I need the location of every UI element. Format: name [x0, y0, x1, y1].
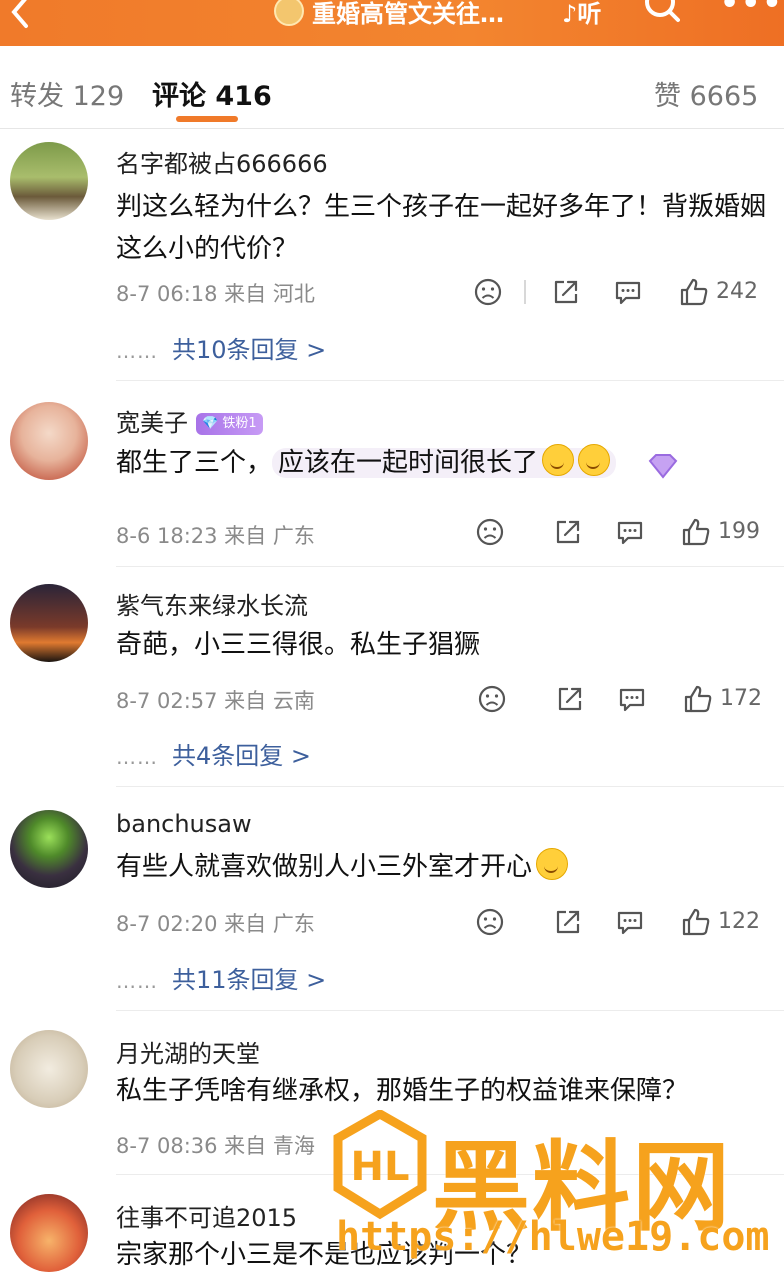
share-icon[interactable]	[550, 276, 582, 308]
dislike-icon[interactable]	[474, 906, 506, 938]
replies-label: 共11条回复 >	[172, 966, 327, 994]
tab-reposts[interactable]: 转发 129	[10, 74, 124, 113]
action-separator	[524, 280, 526, 304]
comment-icon[interactable]	[612, 276, 644, 308]
comment-username[interactable]: 紫气东来绿水长流	[116, 586, 308, 621]
share-icon[interactable]	[552, 516, 584, 548]
sound-icon: ♪	[562, 0, 578, 28]
like-count: 122	[718, 909, 760, 934]
comment-username[interactable]: 宽美子 💎 铁粉1	[116, 403, 263, 438]
replies-label: 共4条回复 >	[172, 742, 312, 770]
like-count: 242	[716, 279, 758, 304]
share-icon[interactable]	[554, 683, 586, 715]
comment-meta: 8-7 08:36 来自 青海	[116, 1134, 315, 1158]
comment-meta: 8-7 02:57 来自 云南	[116, 689, 315, 713]
comment-icon[interactable]	[614, 906, 646, 938]
like-count: 199	[718, 519, 760, 544]
comment-text: 奇葩，小三三得很。私生子猖獗	[116, 630, 481, 660]
search-icon[interactable]	[644, 0, 680, 24]
comment-icon[interactable]	[614, 516, 646, 548]
avatar[interactable]	[10, 142, 88, 220]
listen-label: 听	[577, 0, 602, 28]
like-icon[interactable]	[680, 516, 712, 548]
like-icon[interactable]	[680, 906, 712, 938]
replies-label: 共10条回复 >	[172, 336, 327, 364]
avatar[interactable]	[10, 810, 88, 888]
svg-text:HL: HL	[351, 1144, 410, 1190]
watermark-url: https://hlwe19.com	[336, 1214, 770, 1260]
like-icon[interactable]	[682, 683, 714, 715]
dislike-icon[interactable]	[476, 683, 508, 715]
avatar[interactable]	[10, 584, 88, 662]
tab-comments[interactable]: 评论 416	[152, 74, 272, 113]
fan-badge: 💎 铁粉1	[196, 413, 263, 435]
like-icon[interactable]	[678, 276, 710, 308]
avatar[interactable]	[10, 1030, 88, 1108]
comment-divider	[116, 786, 784, 787]
comment-username[interactable]: 月光湖的天堂	[116, 1034, 260, 1069]
comment-divider	[116, 566, 784, 567]
comment-text: 判这么轻为什么？生三个孩子在一起好多年了！背叛婚姻这么小的代价？	[116, 192, 767, 264]
highlighted-text: 应该在一起时间很长了	[272, 444, 617, 478]
comment-text-part: 都生了三个，	[116, 448, 273, 478]
tabs-divider	[0, 128, 784, 129]
dots: ……	[116, 969, 158, 993]
view-replies-link[interactable]: …… 共4条回复 >	[116, 736, 311, 771]
comment-username[interactable]: 名字都被占666666	[116, 144, 328, 179]
comment-text: 都生了三个， 应该在一起时间很长了	[116, 442, 766, 484]
dots: ……	[116, 745, 158, 769]
like-count: 172	[720, 686, 762, 711]
dots: ……	[116, 339, 158, 363]
view-replies-link[interactable]: …… 共10条回复 >	[116, 330, 326, 365]
poster-avatar[interactable]	[274, 0, 304, 26]
comment-meta: 8-6 18:23 来自 广东	[116, 524, 315, 548]
username-text: 宽美子	[116, 409, 188, 437]
comment-icon[interactable]	[616, 683, 648, 715]
comment-meta: 8-7 02:20 来自 广东	[116, 912, 315, 936]
comment-divider	[116, 380, 784, 381]
comment-username[interactable]: 往事不可追2015	[116, 1198, 297, 1233]
active-tab-indicator	[176, 116, 238, 122]
top-bar: 重婚高管文关往… ♪听 •••	[0, 0, 784, 46]
laughing-emoji-icon	[536, 848, 569, 880]
tab-likes[interactable]: 赞 6665	[654, 74, 758, 113]
comment-text-part: 应该在一起时间很长了	[278, 448, 539, 478]
gem-decoration-icon	[646, 450, 680, 479]
share-icon[interactable]	[552, 906, 584, 938]
comment-username[interactable]: banchusaw	[116, 810, 252, 838]
comment-meta: 8-7 06:18 来自 河北	[116, 282, 315, 306]
comment-text: 私生子凭啥有继承权，那婚生子的权益谁来保障？	[116, 1076, 689, 1106]
smirk-emoji-icon	[542, 444, 575, 476]
dislike-icon[interactable]	[472, 276, 504, 308]
watermark-logo-icon: HL	[333, 1110, 427, 1220]
dislike-icon[interactable]	[474, 516, 506, 548]
avatar[interactable]	[10, 1194, 88, 1272]
listen-button[interactable]: ♪听	[562, 0, 601, 29]
chevron-left-icon[interactable]	[6, 0, 46, 36]
comment-text-part: 有些人就喜欢做别人小三外室才开心	[116, 852, 533, 882]
comment-text: 有些人就喜欢做别人小三外室才开心	[116, 846, 766, 888]
comment-divider	[116, 1010, 784, 1011]
smirk-emoji-icon	[578, 444, 611, 476]
avatar[interactable]	[10, 402, 88, 480]
page-title: 重婚高管文关往…	[312, 0, 504, 28]
more-dots-icon[interactable]: •••	[720, 0, 784, 21]
view-replies-link[interactable]: …… 共11条回复 >	[116, 960, 326, 995]
